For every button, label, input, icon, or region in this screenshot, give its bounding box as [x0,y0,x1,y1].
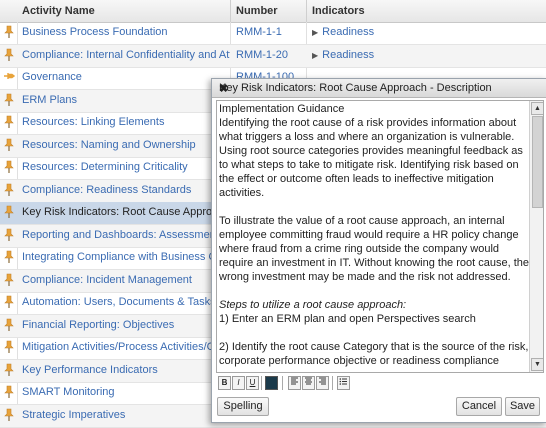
editor-content[interactable]: Implementation Guidance Identifying the … [218,102,529,370]
scroll-thumb[interactable] [532,116,543,208]
activity-name-link[interactable]: Mitigation Activities/Process Activities… [22,341,230,353]
align-center-icon[interactable] [302,376,315,390]
grid-header: Activity Name Number Indicators [0,0,546,23]
bold-button[interactable]: B [218,376,231,390]
align-left-icon[interactable] [288,376,301,390]
activity-name-link[interactable]: SMART Monitoring [22,386,230,398]
description-editor[interactable]: Implementation Guidance Identifying the … [216,100,544,373]
steps-title: Steps to utilize a root cause approach: [219,299,407,311]
activity-name-link[interactable]: Business Process Foundation [22,26,230,38]
activity-name-link[interactable]: Automation: Users, Documents & Tasks [22,296,230,308]
activity-name-link[interactable]: Compliance: Readiness Standards [22,184,230,196]
pin-icon[interactable] [3,363,15,377]
scroll-down-icon[interactable]: ▼ [531,358,543,371]
bullet-list-icon[interactable] [337,376,350,390]
activity-name-link[interactable]: Compliance: Internal Confidentiality and… [22,49,230,61]
header-activity-name[interactable]: Activity Name [22,5,95,17]
pin-icon[interactable] [3,138,15,152]
pin-icon[interactable] [3,183,15,197]
description-dialog: Key Risk Indicators: Root Cause Approach… [211,78,546,423]
indicator-link[interactable]: ▶ Readiness [312,49,374,61]
pin-icon[interactable] [3,25,15,39]
italic-button[interactable]: I [232,376,245,390]
underline-button[interactable]: U [246,376,259,390]
font-color-button[interactable] [265,376,278,390]
activity-number-link[interactable]: RMM-1-20 [236,49,288,61]
dialog-titlebar[interactable]: Key Risk Indicators: Root Cause Approach… [212,79,546,98]
header-number[interactable]: Number [236,5,278,17]
pin-icon[interactable] [3,385,15,399]
pin-icon[interactable] [3,93,15,107]
activity-name-link[interactable]: Reporting and Dashboards: Assessments [22,229,230,241]
pin-icon[interactable] [3,115,15,129]
expand-triangle-icon[interactable]: ▶ [312,28,318,37]
guidance-heading: Implementation Guidance [219,103,345,115]
paragraph-2: To illustrate the value of a root cause … [219,215,529,283]
activity-name-link[interactable]: Resources: Linking Elements [22,116,230,128]
spelling-button[interactable]: Spelling [217,397,269,416]
step-1: 1) Enter an ERM plan and open Perspectiv… [219,313,476,325]
pin-icon[interactable] [3,273,15,287]
activity-name-link[interactable]: Integrating Compliance with Business Ope… [22,251,230,263]
activity-name-link[interactable]: Resources: Determining Criticality [22,161,230,173]
step-2: 2) Identify the root cause Category that… [219,341,529,370]
pin-icon[interactable] [3,160,15,174]
activity-name-link[interactable]: Key Risk Indicators: Root Cause Approach [22,206,230,218]
activity-name-link[interactable]: Key Performance Indicators [22,364,230,376]
pin-icon[interactable] [3,205,15,219]
align-right-icon[interactable] [316,376,329,390]
activity-name-link[interactable]: Strategic Imperatives [22,409,230,421]
pin-icon[interactable] [3,48,15,62]
pin-icon[interactable] [3,295,15,309]
activity-name-link[interactable]: Compliance: Incident Management [22,274,230,286]
close-icon[interactable]: ✖ [219,82,538,95]
scroll-up-icon[interactable]: ▲ [531,102,543,115]
table-row[interactable]: Business Process Foundation RMM-1-1 ▶ Readi… [0,22,546,45]
table-row[interactable]: Compliance: Internal Confidentiality and… [0,44,546,68]
indicator-link[interactable]: ▶ Readiness [312,26,374,38]
pin-icon[interactable] [3,408,15,422]
header-indicators[interactable]: Indicators [312,5,365,17]
expand-triangle-icon[interactable]: ▶ [312,51,318,60]
activity-name-link[interactable]: Governance [22,71,230,83]
save-button[interactable]: Save [505,397,540,416]
activity-name-link[interactable]: Resources: Naming and Ownership [22,139,230,151]
activity-number-link[interactable]: RMM-1-1 [236,26,282,38]
paragraph-1: Identifying the root cause of a risk pro… [219,117,523,199]
pin-icon[interactable] [3,228,15,242]
indicator-label: Readiness [322,48,375,61]
pin-icon[interactable] [3,318,15,332]
pin-icon[interactable] [3,250,15,264]
cancel-button[interactable]: Cancel [456,397,502,416]
activity-name-link[interactable]: ERM Plans [22,94,230,106]
pin-icon[interactable] [3,340,15,354]
indicator-label: Readiness [322,26,375,38]
editor-scrollbar[interactable]: ▲ ▼ [529,101,543,372]
activity-name-link[interactable]: Financial Reporting: Objectives [22,319,230,331]
pin-sideways-icon[interactable] [3,70,15,84]
